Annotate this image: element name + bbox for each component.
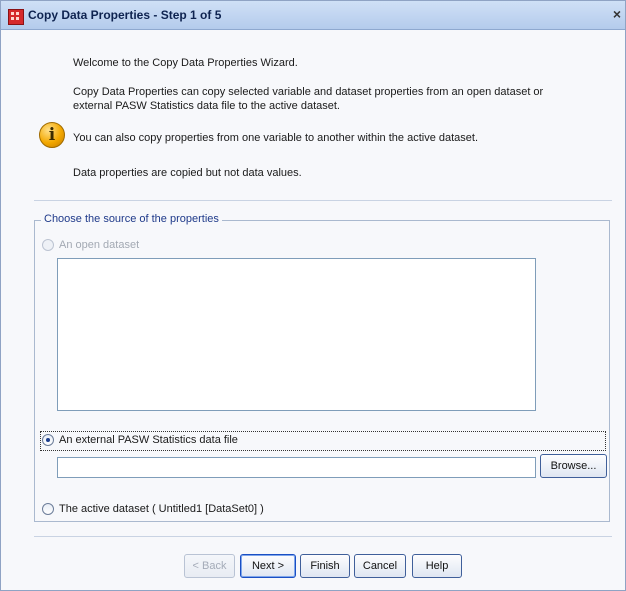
close-icon[interactable]: × <box>610 7 624 21</box>
spss-app-icon <box>8 9 24 25</box>
radio-external-file-circle[interactable] <box>42 434 54 446</box>
radio-active-dataset-label: The active dataset ( Untitled1 [DataSet0… <box>59 503 264 515</box>
copy-data-properties-dialog: Copy Data Properties - Step 1 of 5 × Wel… <box>0 0 626 591</box>
title-bar[interactable]: Copy Data Properties - Step 1 of 5 × <box>1 1 625 30</box>
cancel-button[interactable]: Cancel <box>354 554 406 578</box>
external-file-path-input[interactable] <box>57 457 536 478</box>
back-button[interactable]: < Back <box>184 554 235 578</box>
next-button[interactable]: Next > <box>240 554 296 578</box>
top-separator <box>34 200 612 201</box>
welcome-text: Welcome to the Copy Data Properties Wiza… <box>73 57 298 69</box>
source-legend: Choose the source of the properties <box>41 213 222 225</box>
finish-button[interactable]: Finish <box>300 554 350 578</box>
info-glyph: i <box>48 125 56 145</box>
help-button[interactable]: Help <box>412 554 462 578</box>
radio-external-file-label: An external PASW Statistics data file <box>59 434 238 446</box>
radio-open-dataset-label: An open dataset <box>59 239 140 251</box>
info-icon: i <box>39 122 65 148</box>
radio-open-dataset[interactable]: An open dataset <box>42 238 242 254</box>
description-line-2: external PASW Statistics data file to th… <box>73 100 340 112</box>
description-line-1: Copy Data Properties can copy selected v… <box>73 86 544 98</box>
radio-active-dataset-circle[interactable] <box>42 503 54 515</box>
browse-button[interactable]: Browse... <box>540 454 607 478</box>
radio-external-file[interactable]: An external PASW Statistics data file <box>42 433 442 449</box>
tip-text: You can also copy properties from one va… <box>73 132 479 144</box>
window-title: Copy Data Properties - Step 1 of 5 <box>28 8 222 22</box>
radio-active-dataset[interactable]: The active dataset ( Untitled1 [DataSet0… <box>42 502 442 518</box>
note-text: Data properties are copied but not data … <box>73 167 302 179</box>
radio-open-dataset-circle[interactable] <box>42 239 54 251</box>
open-datasets-list[interactable] <box>57 258 536 411</box>
bottom-separator <box>34 536 612 537</box>
